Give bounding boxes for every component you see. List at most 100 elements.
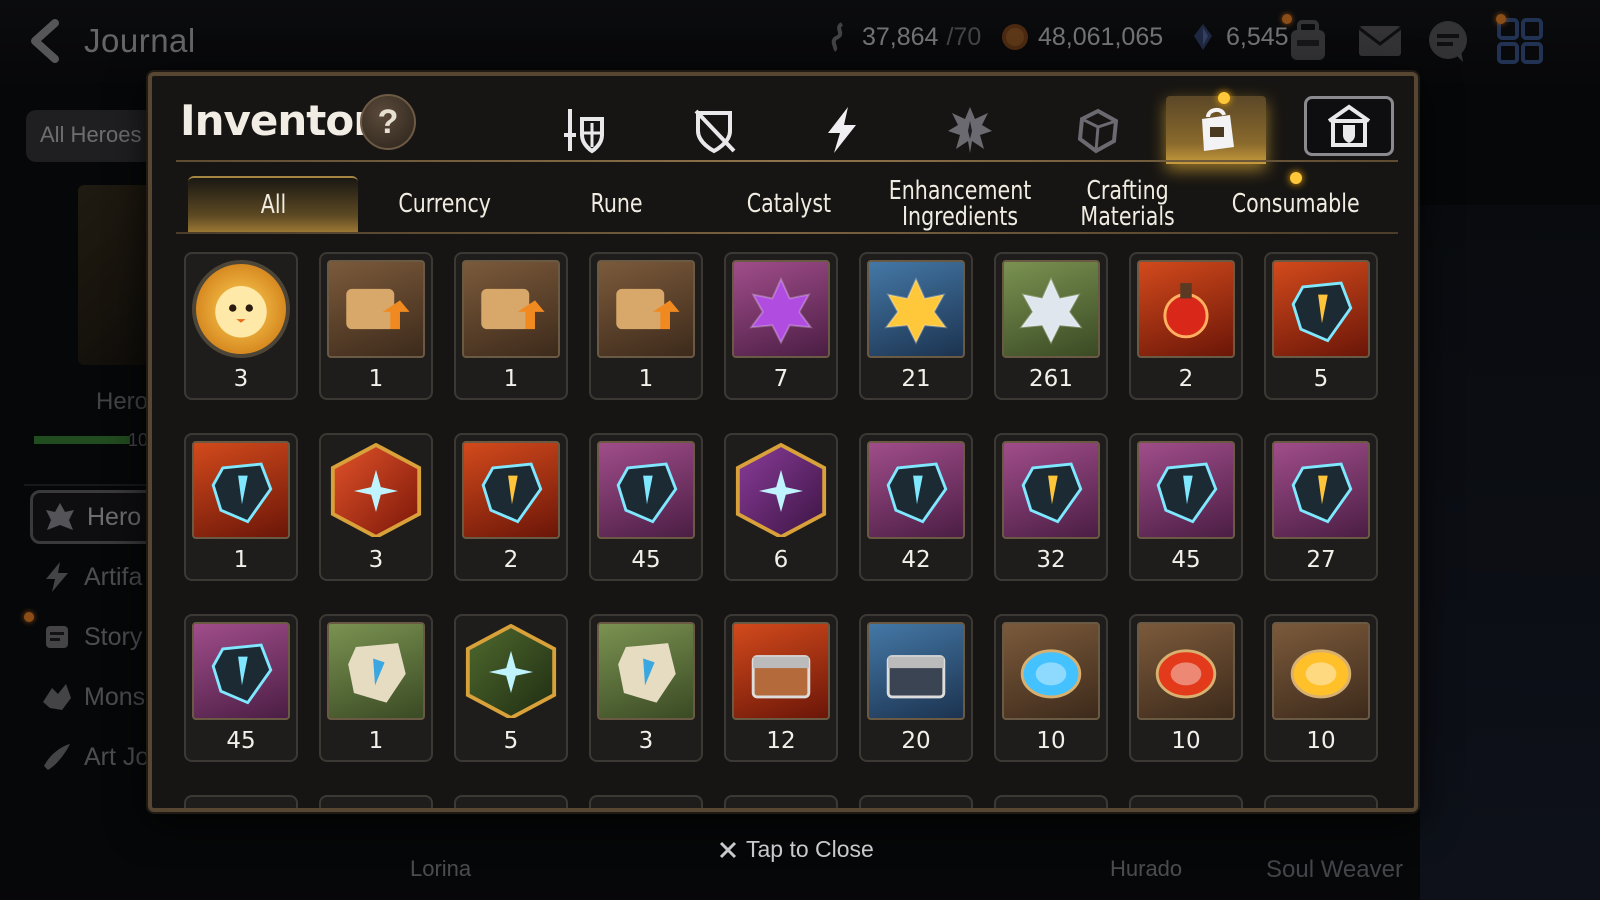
item-quantity: 45 (631, 547, 661, 573)
subtab-label: Currency (398, 189, 492, 219)
stone-swirl-rune-icon (348, 643, 406, 703)
inventory-item-offscreen[interactable] (1129, 795, 1243, 808)
inventory-item-gold-orb[interactable]: 10 (1264, 614, 1378, 762)
inventory-item-teal-swirl-rune[interactable]: 45 (1129, 433, 1243, 581)
subtab-label: All (260, 190, 286, 220)
subtab-crafting-materials[interactable]: Crafting Materials (1052, 176, 1204, 232)
subtab-enhancement-ingredients[interactable]: Enhancement Ingredients (868, 176, 1052, 232)
item-thumbnail (462, 260, 560, 358)
item-quantity: 5 (503, 728, 519, 754)
item-thumbnail (1002, 260, 1100, 358)
item-quantity: 1 (638, 366, 654, 392)
close-hint[interactable]: Tap to Close (718, 836, 874, 863)
tab-equipment[interactable] (534, 96, 634, 164)
inventory-item-mascot-coin[interactable]: 3 (184, 252, 298, 400)
inventory-item-red-chest[interactable]: 12 (724, 614, 838, 762)
item-quantity: 45 (1171, 547, 1201, 573)
item-quantity: 27 (1306, 547, 1336, 573)
subtab-catalyst[interactable]: Catalyst (708, 176, 870, 232)
item-quantity: 2 (503, 547, 519, 573)
inventory-item-purple-flower[interactable]: 7 (724, 252, 838, 400)
subtab-label: Enhancement Ingredients (888, 176, 1032, 232)
tab-items[interactable] (1166, 96, 1266, 164)
inventory-item-stone-swirl-rune[interactable]: 1 (319, 614, 433, 762)
inventory-item-offscreen[interactable] (589, 795, 703, 808)
red-chest-icon (751, 655, 811, 699)
item-quantity: 6 (773, 547, 789, 573)
inventory-item-green-star-hex[interactable]: 5 (454, 614, 568, 762)
subtab-all[interactable]: All (188, 176, 358, 232)
inventory-item-gold-blade-rune[interactable]: 27 (1264, 433, 1378, 581)
shield-house-icon (1327, 104, 1371, 147)
inventory-item-offscreen[interactable] (454, 795, 568, 808)
inventory-item-purple-star-hex[interactable]: 6 (724, 433, 838, 581)
item-thumbnail (1272, 260, 1370, 358)
dragon-scroll-b-icon (616, 288, 680, 330)
item-thumbnail (192, 260, 290, 358)
teal-swirl-rune-icon (1156, 462, 1218, 524)
inventory-item-red-hammer-gem[interactable]: 5 (1264, 252, 1378, 400)
frame-corner (1395, 76, 1414, 95)
item-thumbnail (732, 260, 830, 358)
inventory-item-offscreen[interactable] (319, 795, 433, 808)
item-thumbnail (1002, 622, 1100, 720)
inventory-item-offscreen[interactable] (994, 795, 1108, 808)
inventory-item-blue-hammer-rock[interactable]: 1 (184, 433, 298, 581)
item-thumbnail (462, 441, 560, 539)
inventory-item-teal-sword-rune[interactable]: 45 (184, 614, 298, 762)
rainbow-scroll-icon (346, 288, 410, 330)
dragon-scroll-a-icon (481, 288, 545, 330)
stone-sword-rune-icon (618, 643, 676, 703)
notification-dot (1290, 172, 1302, 184)
inventory-item-blue-chest[interactable]: 20 (859, 614, 973, 762)
inventory-item-rainbow-scroll[interactable]: 1 (319, 252, 433, 400)
inventory-item-teal-boot-rune[interactable]: 42 (859, 433, 973, 581)
gold-flower-icon (884, 276, 948, 345)
inventory-item-red-star-hex[interactable]: 3 (319, 433, 433, 581)
gold-orb-icon (1290, 649, 1352, 699)
item-quantity: 1 (233, 547, 249, 573)
item-thumbnail (732, 441, 830, 539)
inventory-modal: Inventory ? All Currency Rune Catalyst E… (148, 72, 1418, 812)
inventory-item-stone-sword-rune[interactable]: 3 (589, 614, 703, 762)
inventory-item-red-potion[interactable]: 2 (1129, 252, 1243, 400)
tab-artifact[interactable] (792, 96, 892, 164)
inventory-item-offscreen[interactable] (859, 795, 973, 808)
bag-icon (1202, 108, 1234, 151)
inventory-item-teal-rune-a[interactable]: 45 (589, 433, 703, 581)
inventory-item-dragon-scroll-b[interactable]: 1 (589, 252, 703, 400)
tab-no-equip[interactable] (664, 96, 764, 164)
subtab-consumable[interactable]: Consumable (1210, 176, 1382, 232)
subtab-label: Crafting Materials (1080, 176, 1176, 232)
inventory-item-dragon-scroll-a[interactable]: 1 (454, 252, 568, 400)
inventory-item-gold-flower[interactable]: 21 (859, 252, 973, 400)
tab-memory[interactable] (1048, 96, 1148, 164)
item-thumbnail (732, 622, 830, 720)
tab-hero-materials[interactable] (920, 96, 1020, 164)
blue-hammer-rock-icon (211, 462, 273, 524)
item-quantity: 32 (1036, 547, 1066, 573)
inventory-item-silver-flower[interactable]: 261 (994, 252, 1108, 400)
header-divider (176, 160, 1398, 162)
inventory-item-gold-hammer-rune[interactable]: 32 (994, 433, 1108, 581)
inventory-item-red-orb[interactable]: 10 (1129, 614, 1243, 762)
teal-boot-rune-icon (886, 462, 948, 524)
help-button[interactable]: ? (360, 94, 416, 150)
green-star-hex-icon (465, 624, 557, 718)
close-icon (719, 841, 737, 858)
inventory-item-red-blade-gem[interactable]: 2 (454, 433, 568, 581)
red-hammer-gem-icon (1291, 281, 1353, 343)
item-quantity: 3 (368, 547, 384, 573)
subtab-label: Catalyst (746, 189, 832, 219)
item-quantity: 3 (233, 366, 249, 392)
tab-storage[interactable] (1304, 96, 1394, 156)
inventory-item-blue-orb[interactable]: 10 (994, 614, 1108, 762)
gold-hammer-rune-icon (1021, 462, 1083, 524)
inventory-item-offscreen[interactable] (184, 795, 298, 808)
silver-flower-icon (1019, 276, 1083, 345)
subtab-currency[interactable]: Currency (364, 176, 526, 232)
inventory-item-offscreen[interactable] (724, 795, 838, 808)
subtab-rune[interactable]: Rune (536, 176, 698, 232)
inventory-item-offscreen[interactable] (1264, 795, 1378, 808)
red-blade-gem-icon (481, 462, 543, 524)
